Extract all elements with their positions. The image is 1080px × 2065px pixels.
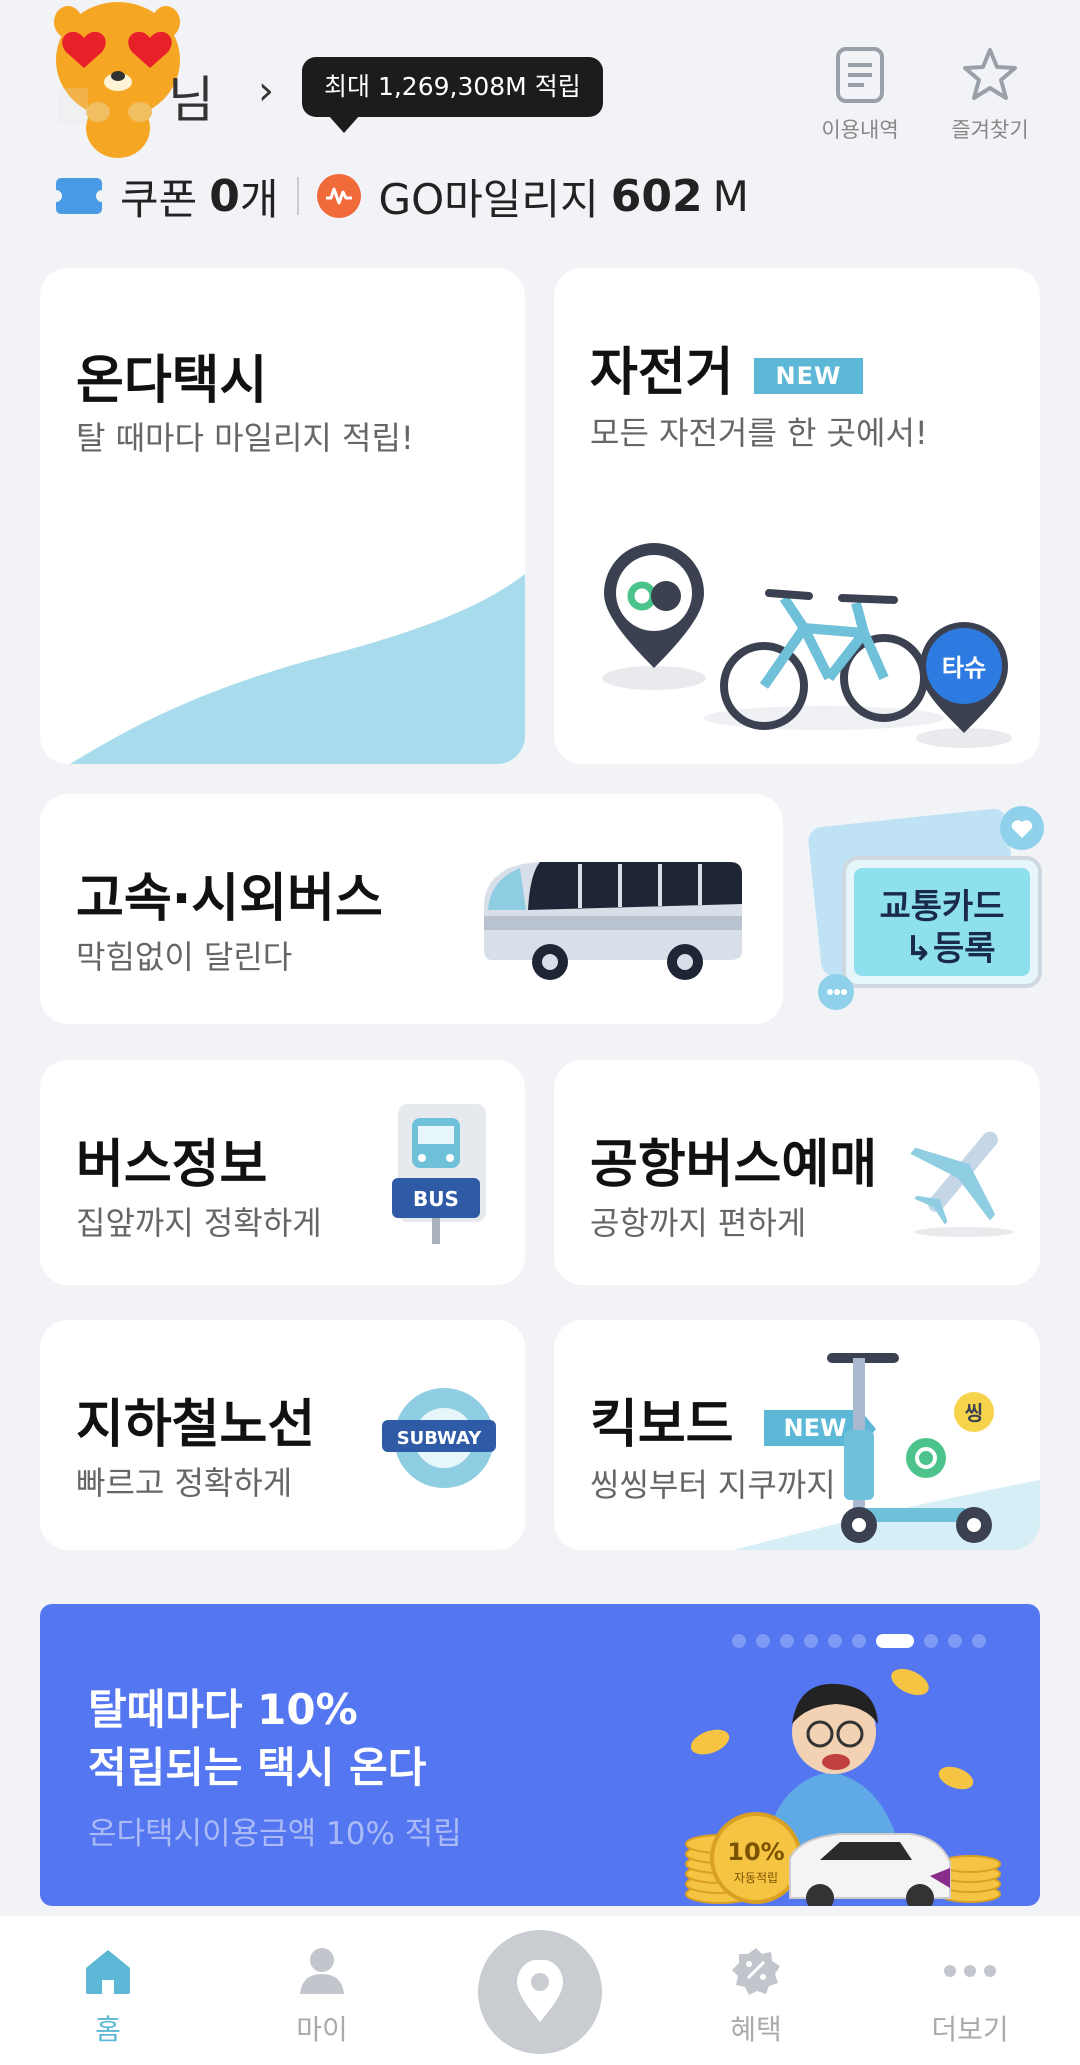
banner-caption: 온다택시이용금액 10% 적립 (88, 1816, 462, 1852)
bus-illustration (484, 862, 742, 980)
banner-headline-2: 적립되는 택시 온다 (88, 1743, 427, 1792)
carousel-indicator (732, 1634, 986, 1648)
mileage-tooltip: 최대 1,269,308M 적립 (302, 57, 603, 133)
mileage-icon (316, 174, 361, 218)
nav-benefit-label: 혜택 (730, 2013, 782, 2046)
coupon-count[interactable]: 0 (209, 171, 240, 222)
card-register-line2: ↳등록 (904, 929, 995, 969)
nav-more[interactable]: 더보기 (910, 1946, 1030, 2048)
card-register-line1: 교통카드 (879, 887, 1004, 927)
card-register-illustration: 교통카드 ↳등록 (808, 806, 1044, 1010)
bus-info-title: 버스정보 (76, 1135, 268, 1195)
airport-bus-card[interactable]: 공항버스예매 공항까지 편하게 (554, 1060, 1040, 1285)
chevron-right-icon[interactable]: › (258, 68, 274, 114)
wave-graphic (70, 574, 525, 764)
express-bus-title: 고속·시외버스 (76, 869, 383, 929)
subway-title: 지하철노선 (76, 1395, 316, 1455)
history-button[interactable]: 이용내역 (805, 46, 915, 144)
carousel-dot[interactable] (852, 1634, 866, 1648)
mileage-label[interactable]: GO마일리지 (379, 166, 599, 227)
kickboard-card[interactable]: 킥보드 NEW 씽씽부터 지쿠까지 씽 (554, 1320, 1040, 1550)
kickboard-title: 킥보드 (590, 1395, 734, 1455)
bus-info-subtitle: 집앞까지 정확하게 (76, 1204, 322, 1242)
subway-sign-text: SUBWAY (397, 1428, 483, 1449)
kickboard-illustration: 씽 (734, 1353, 1040, 1550)
bike-illustration: 타슈 (602, 543, 1012, 748)
carousel-dot[interactable] (780, 1634, 794, 1648)
user-name-suffix[interactable]: 님 (168, 60, 214, 132)
map-pin-icon (517, 1960, 563, 2022)
subway-sign-icon: SUBWAY (382, 1388, 496, 1488)
user-stats: 쿠폰 0 개 GO마일리지 602 M (50, 166, 749, 227)
carousel-dot[interactable] (924, 1634, 938, 1648)
nav-home-label: 홈 (95, 2013, 121, 2046)
tashu-logo-text: 타슈 (942, 654, 986, 682)
coin-subtext: 자동적립 (734, 1871, 778, 1885)
bike-title-row: 자전거 NEW (590, 330, 864, 405)
header: 님 › 최대 1,269,308M 적립 이용내역 즐겨찾기 쿠폰 0 개 GO… (0, 0, 1080, 250)
express-bus-subtitle: 막힘없이 달린다 (76, 938, 293, 976)
coupon-icon (50, 178, 108, 214)
transit-card-register-button[interactable]: 교통카드 ↳등록 (800, 800, 1050, 1010)
subway-subtitle: 빠르고 정확하게 (76, 1464, 293, 1502)
onda-taxi-subtitle: 탈 때마다 마일리지 적립! (76, 419, 414, 457)
nav-my-label: 마이 (296, 2013, 348, 2046)
history-label: 이용내역 (821, 118, 899, 142)
nav-more-label: 더보기 (931, 2013, 1009, 2046)
nav-benefit[interactable]: 혜택 (696, 1946, 816, 2048)
bike-title: 자전거 (590, 343, 734, 403)
star-icon (963, 48, 1017, 100)
carousel-dot[interactable] (756, 1634, 770, 1648)
discount-badge-icon (732, 1948, 780, 1995)
favorites-button[interactable]: 즐겨찾기 (935, 46, 1045, 144)
express-bus-card[interactable]: 고속·시외버스 막힘없이 달린다 (40, 794, 783, 1024)
airport-bus-title: 공항버스예매 (590, 1135, 878, 1195)
carousel-dot[interactable] (948, 1634, 962, 1648)
carousel-dot[interactable] (972, 1634, 986, 1648)
mileage-value[interactable]: 602 (611, 171, 703, 222)
airport-bus-subtitle: 공항까지 편하게 (590, 1204, 807, 1242)
mileage-unit: M (712, 171, 749, 221)
kickboard-logo-text: 씽 (965, 1401, 983, 1425)
airplane-icon (910, 1131, 1014, 1237)
divider (296, 177, 299, 215)
subway-map-card[interactable]: 지하철노선 빠르고 정확하게 SUBWAY (40, 1320, 525, 1550)
carousel-dot[interactable] (828, 1634, 842, 1648)
bike-subtitle: 모든 자전거를 한 곳에서! (590, 414, 928, 452)
banner-headline-1: 탈때마다 10% (88, 1685, 358, 1734)
carousel-dot[interactable] (804, 1634, 818, 1648)
coupon-label[interactable]: 쿠폰 (120, 166, 197, 227)
nav-my[interactable]: 마이 (262, 1946, 382, 2048)
carousel-dot-active[interactable] (876, 1634, 914, 1648)
receipt-icon (836, 47, 884, 103)
carousel-dot[interactable] (732, 1634, 746, 1648)
bus-sign-text: BUS (413, 1187, 459, 1211)
coin-text: 10% (727, 1838, 784, 1866)
more-dots-icon (944, 1965, 996, 1977)
coupon-unit: 개 (239, 174, 279, 224)
bus-info-card[interactable]: 버스정보 집앞까지 정확하게 BUS (40, 1060, 525, 1285)
home-icon (86, 1950, 130, 1994)
location-button[interactable] (478, 1930, 602, 2054)
nav-home[interactable]: 홈 (48, 1946, 168, 2048)
new-badge: NEW (753, 358, 864, 394)
person-icon (300, 1948, 344, 1994)
bottom-navigation: 홈 마이 혜택 더보기 (0, 1916, 1080, 2065)
onda-taxi-title: 온다택시 (76, 351, 268, 411)
favorites-label: 즐겨찾기 (951, 118, 1029, 142)
promo-banner[interactable]: 탈때마다 10% 적립되는 택시 온다 온다택시이용금액 10% 적립 10% … (40, 1604, 1040, 1906)
onda-taxi-card[interactable]: 온다택시 탈 때마다 마일리지 적립! (40, 268, 525, 764)
bike-card[interactable]: 자전거 NEW 모든 자전거를 한 곳에서! 타슈 (554, 268, 1040, 764)
bus-stop-sign-icon: BUS (392, 1104, 486, 1244)
promo-illustration: 10% 자동적립 (685, 1668, 1001, 1906)
